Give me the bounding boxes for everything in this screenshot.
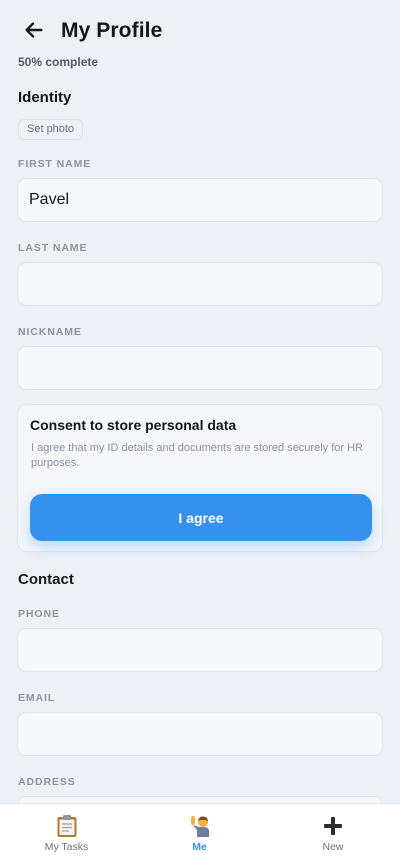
- profile-progress-text: 50% complete: [18, 55, 99, 69]
- nickname-field[interactable]: [17, 346, 383, 390]
- last-name-label: LAST NAME: [18, 242, 88, 254]
- header: My Profile: [0, 0, 400, 50]
- back-arrow-icon: [25, 22, 43, 38]
- agree-button[interactable]: I agree: [30, 494, 372, 541]
- person-raising-hand-icon: [188, 814, 212, 838]
- address-label: ADDRESS: [18, 776, 76, 788]
- clipboard-icon: [55, 814, 79, 838]
- email-label: EMAIL: [18, 692, 56, 704]
- phone-field[interactable]: [17, 628, 383, 672]
- tab-me[interactable]: Me: [133, 804, 266, 860]
- page-title: My Profile: [61, 19, 163, 42]
- email-field[interactable]: [17, 712, 383, 756]
- consent-card: Consent to store personal data I agree t…: [17, 404, 383, 552]
- tab-new[interactable]: New: [266, 804, 400, 860]
- tab-my-tasks[interactable]: My Tasks: [0, 804, 133, 860]
- set-photo-button[interactable]: Set photo: [18, 119, 84, 140]
- consent-description: I agree that my ID details and documents…: [31, 442, 363, 469]
- first-name-field[interactable]: [17, 178, 383, 222]
- contact-section-title: Contact: [18, 571, 74, 588]
- tab-me-label: Me: [192, 841, 207, 853]
- profile-screen: My Profile 50% complete Identity Set pho…: [0, 0, 400, 860]
- phone-label: PHONE: [18, 608, 60, 620]
- plus-icon: [321, 814, 345, 838]
- identity-section-title: Identity: [18, 89, 72, 106]
- bottom-tab-bar: My Tasks Me New: [0, 803, 400, 860]
- tab-my-tasks-label: My Tasks: [44, 841, 89, 853]
- consent-title: Consent to store personal data: [30, 417, 237, 433]
- last-name-field[interactable]: [17, 262, 383, 306]
- nickname-label: NICKNAME: [18, 326, 82, 338]
- tab-new-label: New: [322, 841, 344, 853]
- first-name-label: FIRST NAME: [18, 158, 92, 170]
- back-button[interactable]: [18, 14, 50, 46]
